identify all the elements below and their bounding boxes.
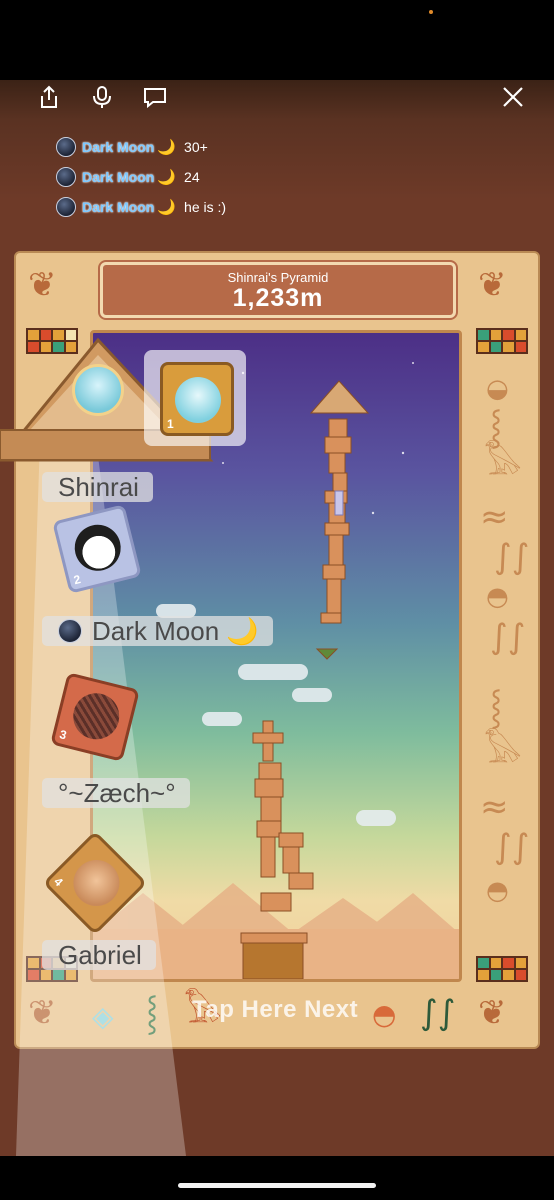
rank-number: 2 — [72, 572, 83, 588]
feather-glyph-icon: ⸾ — [146, 993, 159, 1033]
lion-glyph-icon: ≈ — [480, 497, 509, 537]
papyrus-icon: ❦ — [478, 993, 507, 1033]
page-title: Shinrai's Pyramid — [227, 270, 329, 285]
feather-glyph-icon: ⸾ — [490, 407, 503, 447]
chat-username[interactable]: Dark Moon — [82, 199, 154, 215]
cloud — [202, 712, 242, 726]
bread-glyph-icon: ◓ — [486, 582, 509, 612]
avatar — [58, 619, 82, 643]
cloud — [238, 664, 308, 680]
crescent-moon-icon: 🌙 — [157, 199, 177, 216]
reed-glyph-icon: ∫∫ — [494, 827, 530, 867]
height-value: 1,233m — [232, 284, 324, 312]
avatar — [56, 197, 76, 217]
papyrus-icon: ❦ — [478, 265, 507, 305]
papyrus-icon: ❦ — [28, 265, 57, 305]
rank-number: 4 — [51, 874, 66, 890]
avatar — [73, 860, 120, 906]
reed-glyph-icon: ∫∫ — [420, 993, 456, 1033]
crescent-moon-icon: 🌙 — [157, 169, 177, 186]
eye-glyph-icon: ◈ — [92, 1000, 114, 1033]
status-indicator-dot — [429, 10, 433, 14]
player-name: °~Zæch~° — [58, 778, 176, 808]
feather-glyph-icon: ∫∫ — [490, 617, 526, 657]
avatar — [56, 137, 76, 157]
bird-glyph-icon: 𓅃 — [484, 731, 522, 771]
chat-bubble-icon[interactable] — [142, 84, 168, 110]
player-avatar — [72, 364, 124, 416]
rank-number: 3 — [58, 727, 69, 743]
chat-text: he is :) — [184, 199, 227, 215]
chat-message: Dark Moon 🌙 30+ — [56, 136, 208, 158]
colored-tile-icon — [476, 956, 528, 982]
top-status-area — [0, 0, 554, 80]
chat-message: Dark Moon 🌙 he is :) — [56, 196, 226, 218]
player-name-label: Dark Moon 🌙 — [42, 616, 273, 646]
share-icon[interactable] — [36, 84, 62, 110]
avatar — [175, 377, 221, 423]
home-indicator[interactable] — [178, 1183, 376, 1188]
player-name-label: Gabriel — [42, 940, 156, 970]
colored-tile-icon — [476, 328, 528, 354]
player-name-label: °~Zæch~° — [42, 778, 190, 808]
bread-glyph-icon: ◓ — [486, 876, 509, 906]
close-icon[interactable] — [500, 84, 526, 110]
reed-glyph-icon: ∫∫ — [494, 537, 530, 577]
chat-message: Dark Moon 🌙 24 — [56, 166, 200, 188]
player-name: Gabriel — [58, 940, 142, 970]
crescent-moon-icon: 🌙 — [157, 139, 177, 156]
lion-glyph-icon: ≈ — [480, 787, 509, 827]
papyrus-icon: ❦ — [28, 993, 57, 1033]
avatar — [56, 167, 76, 187]
pyramid-title-banner: Shinrai's Pyramid 1,233m — [100, 262, 456, 318]
player-name: Shinrai — [58, 472, 139, 502]
bird-glyph-icon: 𓅃 — [484, 443, 522, 483]
chat-text: 24 — [184, 169, 200, 185]
chat-text: 30+ — [184, 139, 208, 155]
cloud — [292, 688, 332, 702]
rank-number: 1 — [167, 417, 174, 431]
player-name-label: Shinrai — [42, 472, 153, 502]
feather-glyph-icon: ⸾ — [490, 687, 503, 727]
cloud — [356, 810, 396, 826]
player-card-1[interactable]: 1 — [160, 362, 234, 436]
tap-here-next-button[interactable]: Tap Here Next — [192, 996, 358, 1024]
microphone-icon[interactable] — [89, 84, 115, 110]
bottom-bar — [0, 1156, 554, 1200]
eye-glyph-icon: ◒ — [486, 374, 509, 404]
chat-username[interactable]: Dark Moon — [82, 139, 154, 155]
bread-glyph-icon: ◓ — [372, 998, 397, 1031]
avatar — [68, 688, 125, 745]
chat-username[interactable]: Dark Moon — [82, 169, 154, 185]
avatar — [69, 519, 126, 576]
player-name: Dark Moon 🌙 — [92, 616, 259, 646]
